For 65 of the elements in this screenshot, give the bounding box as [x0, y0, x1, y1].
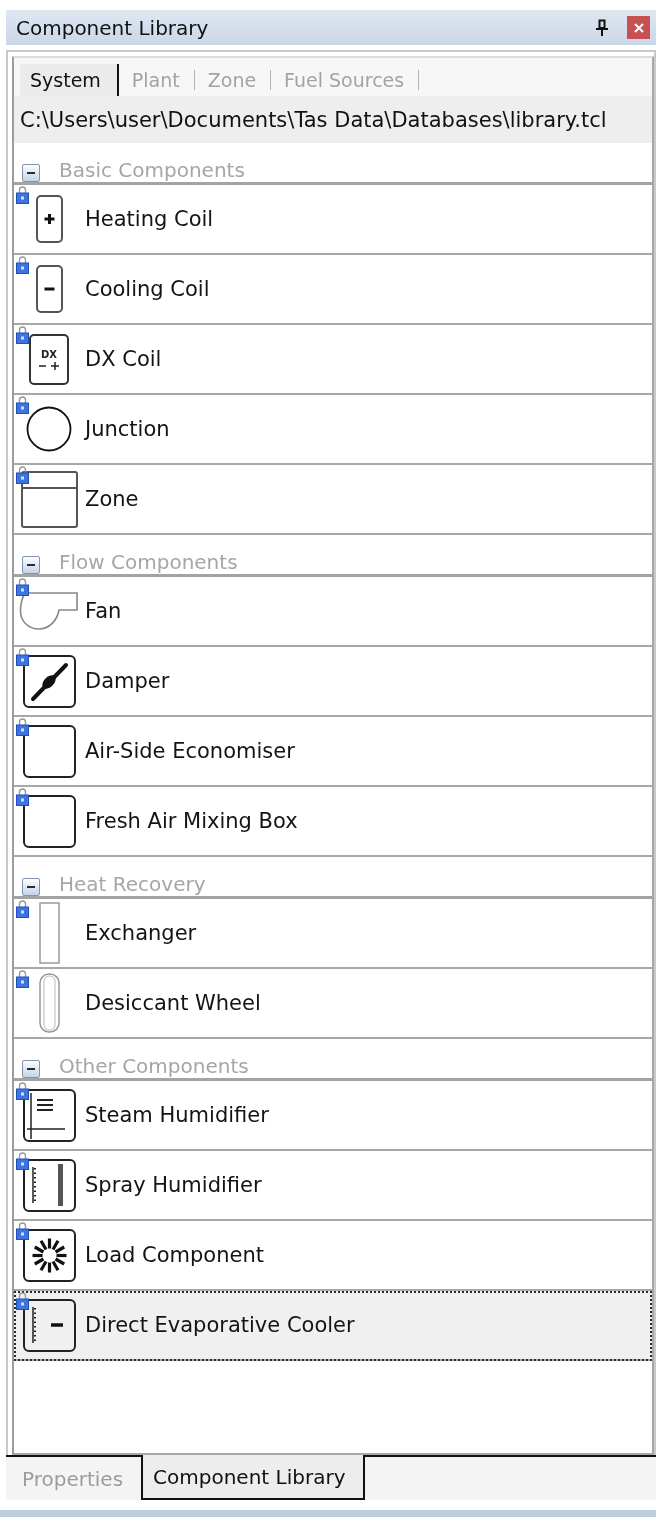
close-icon — [633, 22, 644, 33]
component-name: Fan — [85, 599, 122, 623]
component-name: Damper — [85, 669, 170, 693]
collapse-button[interactable] — [22, 164, 40, 182]
component-item[interactable]: DX DX Coil — [14, 325, 652, 395]
tab[interactable]: System — [20, 64, 119, 96]
component-name: Zone — [85, 487, 139, 511]
collapse-button[interactable] — [22, 878, 40, 896]
component-name: Steam Humidifier — [85, 1103, 269, 1127]
component-name: Air-Side Economiser — [85, 739, 295, 763]
sunburst-icon — [22, 1228, 76, 1282]
component-name: Fresh Air Mixing Box — [85, 809, 298, 833]
component-name: Junction — [85, 417, 170, 441]
slash-box-icon — [22, 654, 76, 708]
component-item[interactable]: Junction — [14, 395, 652, 465]
panel-tab[interactable]: Component Library — [141, 1455, 366, 1500]
close-button[interactable] — [627, 16, 650, 39]
minus-icon — [27, 886, 35, 888]
component-item[interactable]: Air-Side Economiser — [14, 717, 652, 787]
empty-square-icon — [22, 724, 76, 778]
component-name: Heating Coil — [85, 207, 214, 231]
component-item[interactable]: Zone — [14, 465, 652, 535]
blower-icon — [19, 591, 79, 631]
component-item[interactable]: Damper — [14, 647, 652, 717]
icon-label: DX — [41, 348, 57, 360]
panel-title: Component Library — [16, 15, 210, 40]
minus-plus-icon — [38, 361, 60, 370]
group-title: Basic Components — [59, 158, 245, 182]
component-item[interactable]: Steam Humidifier — [14, 1081, 652, 1151]
file-path: C:\Users\user\Documents\Tas Data\Databases\library.tcl — [20, 107, 607, 132]
collapse-button[interactable] — [22, 556, 40, 574]
component-item[interactable]: Load Component — [14, 1221, 652, 1291]
narrow-rectangle-icon — [38, 902, 60, 964]
component-name: Spray Humidifier — [85, 1173, 262, 1197]
group-title: Other Components — [59, 1054, 249, 1078]
plus-box-icon — [35, 195, 63, 243]
component-item[interactable]: Fan — [14, 577, 652, 647]
component-item[interactable]: Desiccant Wheel — [14, 969, 652, 1039]
component-item[interactable]: Direct Evaporative Cooler — [14, 1291, 652, 1361]
component-item[interactable]: Exchanger — [14, 899, 652, 969]
minus-icon — [27, 564, 35, 566]
capsule-icon — [38, 973, 60, 1033]
component-item[interactable]: Heating Coil — [14, 185, 652, 255]
window-icon — [20, 470, 78, 528]
group-title: Heat Recovery — [59, 872, 206, 896]
component-name: Desiccant Wheel — [85, 991, 261, 1015]
component-item[interactable]: Spray Humidifier — [14, 1151, 652, 1221]
component-name: Cooling Coil — [85, 277, 210, 301]
circle-icon — [25, 406, 73, 452]
minus-box-icon — [35, 265, 63, 313]
component-name: Exchanger — [85, 921, 197, 945]
minus-icon — [27, 172, 35, 174]
minus-icon — [27, 1068, 35, 1070]
spray-bar-icon — [22, 1158, 76, 1212]
collapse-button[interactable] — [22, 1060, 40, 1078]
pin-icon[interactable] — [596, 19, 608, 36]
empty-square-icon — [22, 794, 76, 848]
component-item[interactable]: Fresh Air Mixing Box — [14, 787, 652, 857]
component-name: DX Coil — [85, 347, 162, 371]
component-name: Load Component — [85, 1243, 264, 1267]
spray-minus-icon — [22, 1298, 76, 1352]
component-name: Direct Evaporative Cooler — [85, 1313, 355, 1337]
group-title: Flow Components — [59, 550, 238, 574]
component-item[interactable]: Cooling Coil — [14, 255, 652, 325]
lines-box-icon — [22, 1088, 76, 1142]
